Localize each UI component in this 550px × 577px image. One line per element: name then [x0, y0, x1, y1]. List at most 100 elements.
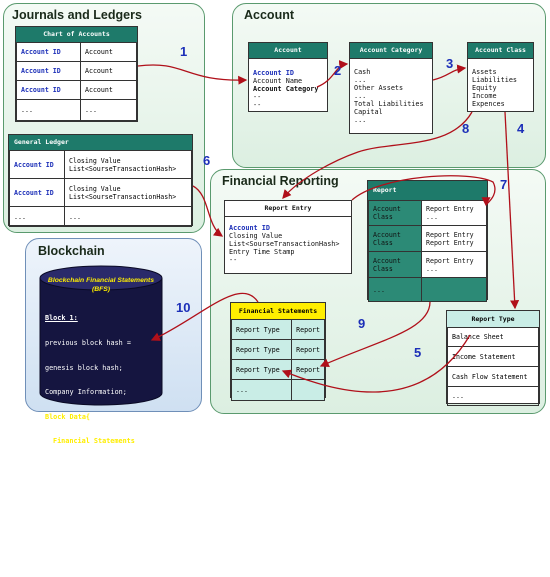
journals-panel-title: Journals and Ledgers	[12, 8, 142, 22]
account-id-field: Account ID	[229, 224, 270, 232]
report-cell: Report	[291, 319, 325, 340]
table-row: Income Statement	[447, 346, 539, 367]
step-number-4: 4	[517, 121, 525, 136]
table-row: Report Type Report	[230, 339, 325, 360]
report-type-cell: Report Type	[230, 319, 293, 340]
chart-of-accounts-table: Account ID Account Account ID Account Ac…	[16, 42, 137, 121]
source-hash-list-field: List<SourseTransactionHash>	[229, 240, 340, 248]
step-number-3: 3	[446, 56, 454, 71]
closing-value-cell: Closing Value List<SourseTransactionHash>	[64, 150, 192, 179]
step-number-10: 10	[176, 300, 191, 315]
financial-reporting-panel-title: Financial Reporting	[222, 174, 339, 188]
account-class-text: Class	[373, 264, 393, 273]
report-entry-fields: Account ID Closing Value List<SourseTransa…	[225, 224, 351, 267]
table-row: Account ID Account	[16, 80, 137, 100]
step-number-6: 6	[203, 153, 211, 168]
account-id-cell: Account ID	[9, 178, 65, 207]
account-id-cell: Account ID	[9, 150, 65, 179]
step-number-2: 2	[334, 63, 342, 78]
table-row: ...	[230, 379, 325, 401]
block-data-close: }	[45, 462, 50, 471]
financial-statements-box: Financial Statements Report Type Report …	[230, 302, 326, 401]
report-cell: Report	[291, 359, 325, 380]
table-row: Account ID Closing Value List<SourseTrans…	[9, 150, 192, 179]
ellipsis-cell: ...	[368, 277, 422, 302]
report-entry-cell: Report Entry Report Entry	[421, 225, 487, 252]
chart-of-accounts-header: Chart of Accounts	[16, 27, 137, 43]
closing-value-cell: Closing Value List<SourseTransactionHash>	[64, 178, 192, 207]
bfs-title-line: (BFS)	[91, 286, 111, 293]
empty-cell	[421, 277, 487, 302]
report-entry-cell: Report Entry...	[421, 200, 487, 226]
closing-value-text: Closing Value	[69, 156, 121, 165]
category-item: ...	[354, 92, 367, 100]
bfs-title: Blockchain Financial Statements (BFS)	[44, 276, 158, 294]
source-hash-list-text: List<SourseTransactionHash>	[69, 192, 177, 201]
category-item: Cash	[354, 68, 371, 76]
block-line: block hight = 1;	[45, 486, 111, 495]
report-type-cell: Report Type	[230, 339, 293, 360]
block-line: previous block hash =	[45, 339, 131, 348]
block-line: genesis block hash;	[45, 363, 123, 372]
table-row: Account Class Report Entry...	[368, 251, 487, 278]
account-box: Account Account ID Account Name Account Ca…	[248, 42, 328, 112]
report-type-cell: Report Type	[230, 359, 293, 380]
class-item: Equity	[472, 84, 497, 92]
block-line: block time stamp = T+1;	[45, 511, 140, 520]
report-type-item: Balance Sheet	[447, 327, 539, 347]
report-cell: Report	[291, 339, 325, 360]
table-row: ... ...	[16, 99, 137, 121]
table-row: Account ID Closing Value List<SourseTrans…	[9, 178, 192, 207]
table-row: Cash Flow Statement	[447, 366, 539, 387]
general-ledger-box: General Ledger Account ID Closing Value L…	[8, 134, 193, 227]
placeholder-field: --	[229, 256, 238, 264]
table-row: Balance Sheet	[447, 327, 539, 347]
class-item: Expences	[472, 100, 505, 108]
category-item: Other Assets	[354, 84, 404, 92]
account-name-field: Account Name	[253, 77, 303, 85]
class-item: Assets	[472, 68, 497, 76]
account-class-cell: Account Class	[368, 200, 422, 226]
closing-value-field: Closing Value	[229, 232, 283, 240]
account-class-box: Account Class Assets Liabilities Equity Inc…	[467, 42, 534, 112]
block-financial-statements: Financial Statements	[53, 437, 135, 446]
account-class-text: Account	[373, 230, 401, 239]
account-class-header: Account Class	[468, 43, 533, 59]
table-row: Account Class Report Entry Report Entry	[368, 225, 487, 252]
ellipsis-cell: ...	[16, 99, 81, 121]
account-box-fields: Account ID Account Name Account Category --…	[249, 69, 327, 112]
report-entry-text: Report Entry	[426, 238, 474, 247]
report-type-box: Report Type Balance Sheet Income Stateme…	[446, 310, 540, 406]
block-data-label: Block Data{	[45, 412, 91, 421]
account-category-header: Account Category	[350, 43, 432, 59]
ellipsis-cell: ...	[9, 206, 65, 227]
table-row: Report Type Report	[230, 319, 325, 340]
report-box: Report Account Class Report Entry... Acco…	[367, 180, 488, 302]
account-class-text: Class	[373, 213, 393, 221]
category-item: ...	[354, 116, 367, 124]
blockchain-panel-title: Blockchain	[38, 244, 105, 258]
account-category-field: Account Category	[253, 85, 319, 93]
account-class-list: Assets Liabilities Equity Income Expences	[468, 68, 533, 111]
entry-time-stamp-field: Entry Time Stamp	[229, 248, 295, 256]
class-item: Income	[472, 92, 497, 100]
account-panel-title: Account	[244, 8, 294, 22]
ellipsis-cell: ...	[64, 206, 192, 227]
bfs-block-content: Block 1: previous block hash = genesis b…	[45, 298, 156, 577]
category-item: Total Liabilities	[354, 100, 424, 108]
account-category-list: Cash... Other Assets... Total Liabilities C…	[350, 68, 432, 127]
report-type-item: Income Statement	[447, 346, 539, 367]
report-type-item: Cash Flow Statement	[447, 366, 539, 387]
closing-value-text: Closing Value	[69, 184, 121, 193]
account-class-text: Account	[373, 256, 401, 265]
placeholder-field: --	[253, 93, 262, 101]
report-type-header: Report Type	[447, 311, 539, 328]
table-row: ...	[368, 277, 487, 302]
report-entry-text: Report Entry	[426, 205, 474, 213]
report-entry-text: Report Entry	[426, 230, 474, 239]
report-entry-text: ...	[426, 213, 438, 221]
account-id-cell: Account ID	[16, 42, 81, 62]
general-ledger-table: Account ID Closing Value List<SourseTrans…	[9, 150, 192, 227]
account-class-cell: Account Class	[368, 225, 422, 252]
report-type-table: Balance Sheet Income Statement Cash Flow…	[447, 327, 539, 406]
